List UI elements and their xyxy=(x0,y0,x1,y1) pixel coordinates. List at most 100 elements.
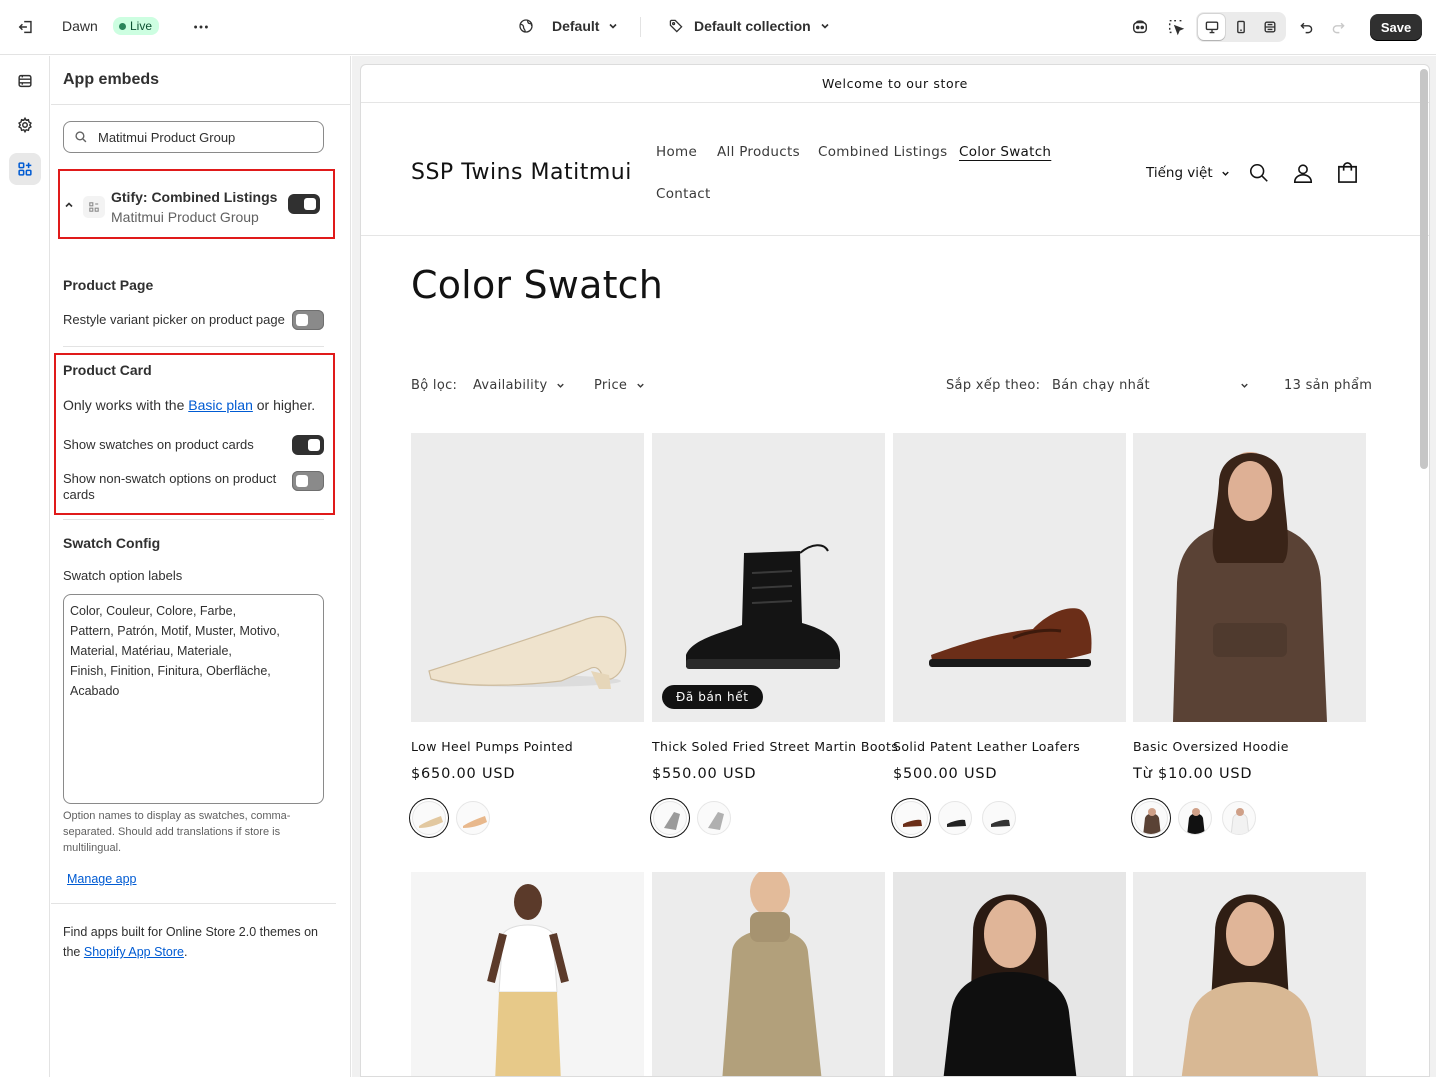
swatch-option[interactable] xyxy=(412,801,446,835)
fullscreen-view-icon[interactable] xyxy=(1257,14,1284,40)
nav-color-swatch[interactable]: Color Swatch xyxy=(959,144,1051,160)
product-image-loafers[interactable] xyxy=(893,433,1126,722)
product-name[interactable]: Solid Patent Leather Loafers xyxy=(893,739,1080,754)
product-card[interactable]: Solid Patent Leather Loafers $500.00 USD xyxy=(893,433,1126,835)
divider xyxy=(51,903,336,904)
manage-app-link[interactable]: Manage app xyxy=(67,872,137,886)
store-search-icon[interactable] xyxy=(1248,162,1270,184)
swatch-labels-title: Swatch option labels xyxy=(63,568,183,583)
app-embeds-panel: App embeds Matitmui Product Group Gtify:… xyxy=(51,56,351,1077)
product-image-black-top[interactable] xyxy=(893,872,1126,1076)
chevron-down-icon xyxy=(609,23,618,29)
filter-price[interactable]: Price xyxy=(594,378,646,393)
language-selector[interactable]: Tiếng việt xyxy=(1146,165,1231,181)
account-icon[interactable] xyxy=(1292,162,1314,184)
swatch-option[interactable] xyxy=(982,801,1016,835)
chevron-up-icon[interactable] xyxy=(63,199,75,211)
swatch-option[interactable] xyxy=(456,801,490,835)
nav-contact[interactable]: Contact xyxy=(656,186,711,202)
sections-icon[interactable] xyxy=(9,65,41,97)
chevron-down-icon xyxy=(557,383,565,388)
nav-home[interactable]: Home xyxy=(656,144,697,160)
editor-rail xyxy=(0,56,50,1077)
search-input[interactable]: Matitmui Product Group xyxy=(98,130,235,145)
undo-icon[interactable] xyxy=(1292,13,1320,41)
chevron-down-icon xyxy=(1221,171,1229,176)
show-non-swatch-label: Show non-swatch options on product cards xyxy=(63,471,277,502)
shopify-app-store-link[interactable]: Shopify App Store xyxy=(84,945,184,959)
desktop-view-icon[interactable] xyxy=(1198,14,1226,40)
filter-availability-label: Availability xyxy=(473,378,548,393)
header-divider xyxy=(361,235,1429,236)
swatch-option[interactable] xyxy=(938,801,972,835)
theme-settings-icon[interactable] xyxy=(9,109,41,141)
redo-icon[interactable] xyxy=(1324,13,1352,41)
basic-plan-link[interactable]: Basic plan xyxy=(188,397,253,413)
template-selector[interactable]: Default xyxy=(518,18,619,34)
theme-name: Dawn xyxy=(62,18,98,34)
filter-price-label: Price xyxy=(594,378,628,393)
template-selector-label: Default xyxy=(552,18,600,34)
nav-all-products[interactable]: All Products xyxy=(717,144,800,160)
exit-icon[interactable] xyxy=(12,13,40,41)
divider xyxy=(63,346,324,347)
app-embed-item[interactable]: Gtify: Combined Listings Matitmui Produc… xyxy=(63,182,323,232)
restyle-variant-label: Restyle variant picker on product page xyxy=(63,312,285,327)
product-name[interactable]: Thick Soled Fried Street Martin Boots xyxy=(652,739,898,754)
product-image-hoodie[interactable] xyxy=(1133,433,1366,722)
preview-area: Welcome to our store SSP Twins Matitmui … xyxy=(352,56,1436,1077)
app-store-note-suffix: . xyxy=(183,945,188,959)
swatch-option[interactable] xyxy=(653,801,687,835)
product-image-boots[interactable]: Đã bán hết xyxy=(652,433,885,722)
filter-availability[interactable]: Availability xyxy=(473,378,566,393)
live-badge: Live xyxy=(113,17,160,35)
embed-enable-toggle[interactable] xyxy=(288,194,320,214)
save-button[interactable]: Save xyxy=(1370,14,1422,41)
product-name[interactable]: Low Heel Pumps Pointed xyxy=(411,739,573,754)
preview-scrollbar[interactable] xyxy=(1420,69,1428,469)
app-embeds-icon[interactable] xyxy=(9,153,41,185)
swatch-option[interactable] xyxy=(894,801,928,835)
swatch-config-title: Swatch Config xyxy=(63,535,161,551)
swatch-labels-textarea[interactable]: Color, Couleur, Colore, Farbe, Pattern, … xyxy=(63,594,324,804)
panel-title: App embeds xyxy=(51,56,350,105)
sort-select[interactable]: Bán chạy nhất xyxy=(1052,378,1250,393)
live-dot-icon xyxy=(119,22,126,30)
filter-label: Bộ lọc: xyxy=(411,378,458,393)
product-price: $650.00 USD xyxy=(411,766,516,782)
swatch-option[interactable] xyxy=(697,801,731,835)
product-image-sweater[interactable] xyxy=(1133,872,1366,1076)
store-logo[interactable]: SSP Twins Matitmui xyxy=(411,160,632,185)
product-price: $550.00 USD xyxy=(652,766,757,782)
product-card[interactable]: Đã bán hết Thick Soled Fried Street Mart… xyxy=(652,433,898,835)
restyle-variant-toggle[interactable] xyxy=(292,310,324,330)
product-card[interactable]: Basic Oversized Hoodie Từ $10.00 USD xyxy=(1133,433,1366,835)
nav-combined-listings[interactable]: Combined Listings xyxy=(818,144,948,160)
product-name[interactable]: Basic Oversized Hoodie xyxy=(1133,739,1289,754)
tag-icon xyxy=(669,19,683,33)
show-swatches-toggle[interactable] xyxy=(292,435,324,455)
collection-selector[interactable]: Default collection xyxy=(668,18,831,34)
sold-out-badge: Đã bán hết xyxy=(662,685,763,709)
cart-icon[interactable] xyxy=(1336,161,1359,184)
swatch-option[interactable] xyxy=(1222,801,1256,835)
store-preview: Welcome to our store SSP Twins Matitmui … xyxy=(360,64,1430,1077)
product-image-tshirt[interactable] xyxy=(411,872,644,1076)
product-image-turtleneck[interactable] xyxy=(652,872,885,1076)
viewport-switcher xyxy=(1196,12,1286,42)
search-field[interactable]: Matitmui Product Group xyxy=(63,121,324,153)
product-card[interactable]: Low Heel Pumps Pointed $650.00 USD xyxy=(411,433,644,835)
divider xyxy=(63,519,324,520)
swatch-option[interactable] xyxy=(1178,801,1212,835)
product-price: Từ $10.00 USD xyxy=(1133,766,1253,782)
app-store-note: Find apps built for Online Store 2.0 the… xyxy=(63,922,328,962)
embed-subtitle: Matitmui Product Group xyxy=(111,209,259,225)
product-image-pumps[interactable] xyxy=(411,433,644,722)
swatch-option[interactable] xyxy=(1134,801,1168,835)
inspector-icon[interactable] xyxy=(1162,13,1190,41)
sidekick-icon[interactable] xyxy=(1126,13,1154,41)
more-actions-icon[interactable] xyxy=(187,13,215,41)
collection-title: Color Swatch xyxy=(411,263,664,307)
mobile-view-icon[interactable] xyxy=(1227,14,1254,40)
show-non-swatch-toggle[interactable] xyxy=(292,471,324,491)
